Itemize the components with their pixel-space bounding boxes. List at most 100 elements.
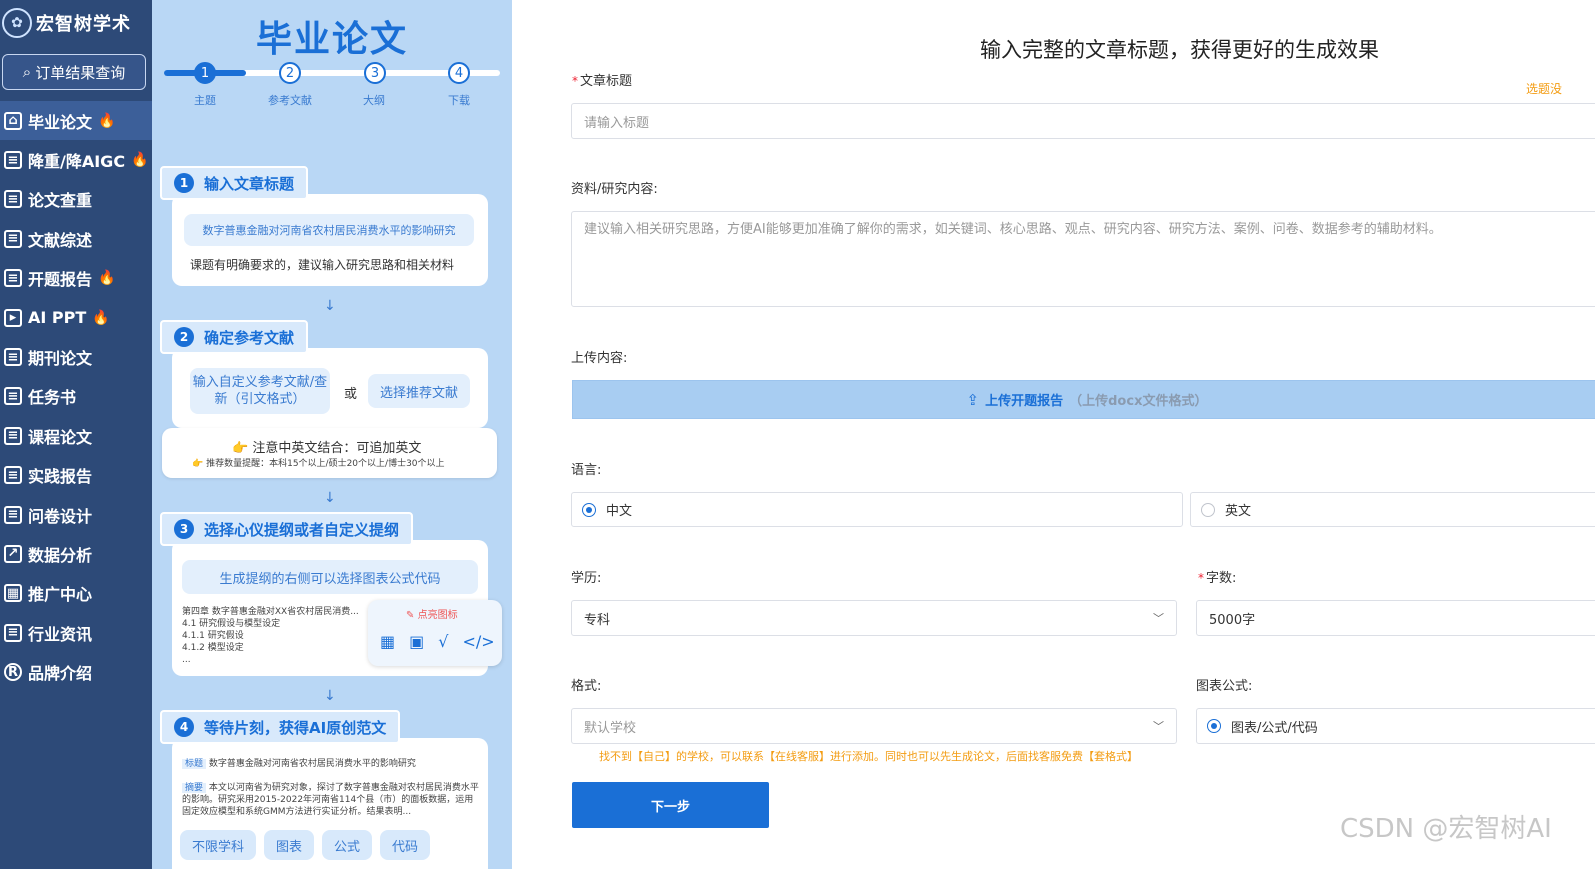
step-3-dot: 3 [364,62,386,84]
school-not-found-warning: 找不到【自己】的学校，可以联系【在线客服】进行添加。同时也可以先生成论文，后面找… [599,750,1138,763]
sidebar-item-course-paper[interactable]: ≡ 课程论文 [0,416,152,455]
step-4-dot: 4 [448,62,470,84]
outline-line: 第四章 数字普惠金融对XX省农村居民消费... [182,607,359,617]
outline-line: ... [182,655,191,665]
outline-preview: 第四章 数字普惠金融对XX省农村居民消费... 4.1 研究假设与模型设定 4.… [182,606,372,666]
sidebar-item-label: 期刊论文 [28,349,93,369]
order-query-button[interactable]: ⌕ 订单结果查询 [2,54,146,90]
fire-icon: 🔥 [98,270,116,287]
step1-tag: 1 输入文章标题 [160,166,309,200]
watermark: CSDN @宏智树AI [1340,814,1552,844]
chart-icon: ↗ [4,544,22,563]
sidebar-item-label: 品牌介绍 [28,664,93,684]
word-count-label: * 字数: [1198,567,1236,586]
material-textarea[interactable]: 建议输入相关研究思路，方便AI能够更加准确了解你的需求，如关键词、核心思路、观点… [571,211,1595,307]
language-option-english[interactable]: 英文 [1190,492,1595,527]
down-arrow-icon: ↓ [324,490,336,506]
step1-number: 1 [174,173,194,193]
education-label: 学历: [571,571,602,586]
upload-format-hint: （上传docx文件格式） [1069,394,1208,409]
list-icon: ≡ [4,229,22,248]
sidebar-item-label: 文献综述 [28,230,93,250]
radio-checked[interactable] [582,502,596,517]
step-progress: 1 2 3 4 [164,62,500,84]
questionnaire-icon: ≡ [4,505,22,524]
sidebar-item-label: 毕业论文 [28,112,93,132]
step3-tip: 生成提纲的右侧可以选择图表公式代码 [182,560,478,594]
sidebar-item-practice-report[interactable]: ≡ 实践报告 [0,456,152,495]
sidebar-item-proposal-report[interactable]: ≡ 开题报告 🔥 [0,259,152,298]
example-title: 数字普惠金融对河南省农村居民消费水平的影响研究 [184,214,474,246]
sidebar-item-plagiarism-check[interactable]: ≡ 论文查重 [0,180,152,219]
outline-line: 4.1 研究假设与模型设定 [182,619,281,629]
step-1-label: 主题 [194,94,216,107]
step1-card: 数字普惠金融对河南省农村居民消费水平的影响研究 课题有明确要求的，建议输入研究思… [172,194,488,286]
guide-title: 毕业论文 [255,19,408,60]
tag-formulas: 公式 [322,830,372,860]
report-icon: ≡ [4,269,22,288]
next-step-button[interactable]: 下一步 [572,782,769,828]
popup-hint-text: 点亮图标 [417,610,458,621]
order-query-label: 订单结果查询 [35,63,126,82]
sidebar-item-graduation-thesis[interactable]: ⌂ 毕业论文 🔥 [0,101,152,141]
material-label: 资料/研究内容: [571,182,658,197]
title-label-text: 文章标题 [580,74,633,89]
outline-line: 4.1.1 研究假设 [182,631,244,641]
step3-title: 选择心仪提纲或者自定义提纲 [204,520,400,539]
sidebar-item-questionnaire[interactable]: ≡ 问卷设计 [0,495,152,534]
chevron-down-icon: ﹀ [1153,612,1164,625]
sidebar-item-label: 问卷设计 [28,506,93,526]
sidebar-item-industry-news[interactable]: ≡ 行业资讯 [0,613,152,652]
sidebar-item-brand-intro[interactable]: R 品牌介绍 [0,652,152,691]
upload-proposal-button[interactable]: ⇪ 上传开题报告 （上传docx文件格式） [572,380,1595,419]
step-1-dot: 1 [194,62,216,84]
sidebar-item-label: 数据分析 [28,545,93,565]
language-option-chinese[interactable]: 中文 [571,492,1183,527]
step-2-label: 参考文献 [268,94,312,107]
title-input[interactable]: 请输入标题 [571,103,1595,139]
news-icon: ≡ [4,623,22,642]
fire-icon: 🔥 [131,152,149,169]
doc-check-icon: ≡ [4,190,22,209]
radio-unchecked[interactable] [1201,502,1215,517]
word-count-label-text: 字数: [1206,571,1237,586]
sidebar-item-rewrite-aigc[interactable]: ≡ 降重/降AIGC 🔥 [0,140,152,179]
sidebar-item-literature-review[interactable]: ≡ 文献综述 [0,219,152,258]
journal-icon: ≡ [4,348,22,367]
title-label: * 文章标题 [572,70,632,89]
search-icon: ⌕ [22,63,32,81]
sidebar-item-task-book[interactable]: ≡ 任务书 [0,377,152,416]
radio-checked[interactable] [1207,719,1221,733]
code-icon[interactable]: </> [462,632,494,651]
sidebar-item-data-analysis[interactable]: ↗ 数据分析 [0,534,152,573]
step-3-label: 大纲 [363,94,385,107]
sidebar-item-journal-paper[interactable]: ≡ 期刊论文 [0,337,152,376]
education-select[interactable]: 专科 ﹀ [571,600,1177,636]
popup-hint: ✎ 点亮图标 [406,606,458,621]
or-text: 或 [344,387,358,402]
format-select[interactable]: 默认学校 ﹀ [571,708,1177,744]
outline-line: 4.1.2 模型设定 [182,643,244,653]
step3-number: 3 [174,519,194,539]
table-icon[interactable]: ▦ [380,632,395,651]
sidebar-nav: ⌂ 毕业论文 🔥 ≡ 降重/降AIGC 🔥 ≡ 论文查重 ≡ 文献综述 ≡ 开题报告 🔥 ▸ AI… [0,101,152,692]
sidebar-item-label: 开题报告 [28,270,93,290]
sidebar-item-label: 实践报告 [28,467,93,487]
sidebar-item-label: 课程论文 [28,427,93,447]
chart-formula-option[interactable]: 图表/公式/代码 [1196,708,1595,744]
language-label: 语言: [571,463,602,478]
word-count-input[interactable]: 5000字 [1196,600,1595,636]
topic-hint-link[interactable]: 选题没 [1526,80,1562,97]
step1-tip: 课题有明确要求的，建议输入研究思路和相关材料 [190,258,455,272]
image-icon[interactable]: ▣ [409,632,424,651]
brand-logo[interactable]: ✿ 宏智树学术 [0,6,131,40]
tag-code: 代码 [380,830,430,860]
sidebar-item-ai-ppt[interactable]: ▸ AI PPT 🔥 [0,298,152,337]
upload-icon: ⇪ [966,390,980,409]
chart-formula-option-label: 图表/公式/代码 [1231,720,1318,736]
formula-icon[interactable]: √ [438,632,448,651]
pin-icon: ✎ [406,610,415,621]
registered-icon: R [4,663,22,682]
sidebar-item-promotion[interactable]: ▦ 推广中心 [0,574,152,613]
sidebar-item-label: 任务书 [28,388,77,408]
